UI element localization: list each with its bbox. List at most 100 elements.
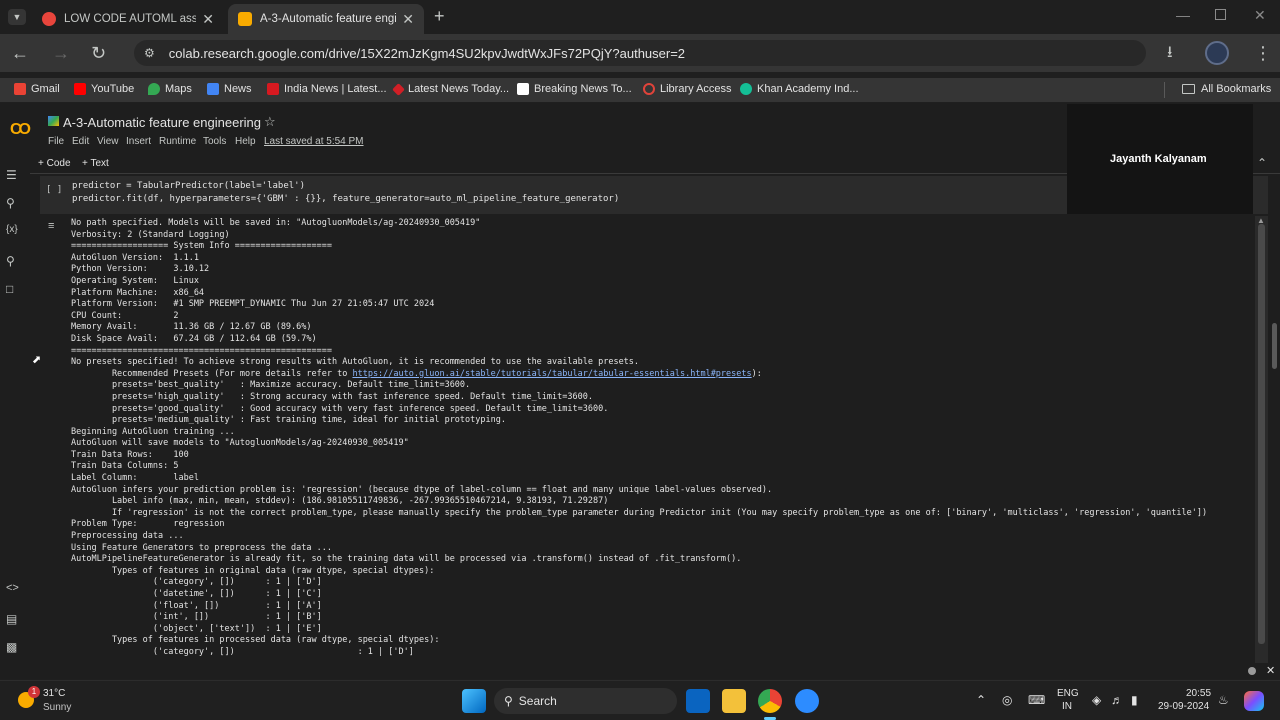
code-snippets-icon[interactable]: <> <box>6 582 19 594</box>
menu-edit[interactable]: Edit <box>72 136 89 147</box>
bookmark-news[interactable]: News <box>207 83 252 95</box>
clock-date[interactable]: 29-09-2024 <box>1158 701 1209 712</box>
output-line: Types of features in original data (raw … <box>71 565 435 576</box>
output-line: ('float', []) : 1 | ['A'] <box>71 600 322 611</box>
menu-tools[interactable]: Tools <box>203 136 226 147</box>
menu-file[interactable]: File <box>48 136 64 147</box>
youtube-icon <box>74 83 86 95</box>
bookmark-maps[interactable]: Maps <box>148 83 192 95</box>
tab-close-icon[interactable]: ✕ <box>202 11 214 28</box>
mail-icon[interactable] <box>686 689 710 713</box>
windows-start-icon[interactable] <box>462 689 486 713</box>
page-scroll-thumb[interactable] <box>1272 323 1277 369</box>
taskbar-search[interactable]: ⚲ Search <box>494 688 677 714</box>
output-scrollbar[interactable]: ▲ <box>1255 216 1268 663</box>
browser-tab-bar: ▼ LOW CODE AUTOML assign ✕ A-3-Automatic… <box>0 0 1280 34</box>
profile-avatar[interactable] <box>1205 41 1229 65</box>
maximize-icon[interactable] <box>1215 9 1226 20</box>
tab-feature-engineering[interactable]: A-3-Automatic feature engir ✕ <box>228 4 424 34</box>
zoom-app-icon[interactable] <box>795 689 819 713</box>
presets-doc-link[interactable]: https://auto.gluon.ai/stable/tutorials/t… <box>352 369 751 379</box>
output-line: presets='high_quality' : Strong accuracy… <box>71 391 593 402</box>
menu-runtime[interactable]: Runtime <box>159 136 196 147</box>
bookmark-latest-news[interactable]: Latest News Today... <box>392 82 509 96</box>
tray-chevron-icon[interactable]: ⌃ <box>976 693 986 707</box>
run-cell-button[interactable]: [ ] <box>46 184 62 197</box>
address-bar[interactable]: ⚙ colab.research.google.com/drive/15X22m… <box>134 40 1146 66</box>
add-code-button[interactable]: + Code <box>38 158 71 169</box>
output-line: Beginning AutoGluon training ... <box>71 426 235 437</box>
output-line: ('int', []) : 1 | ['B'] <box>71 612 322 623</box>
output-menu-icon[interactable]: ≡ <box>48 220 54 232</box>
output-line: ('category', []) : 1 | ['D'] <box>71 577 322 588</box>
windows-taskbar: 1 31°C Sunny ⚲ Search ⌃ ◎ ⌨ ENG IN ◈ ♬ ▮… <box>0 680 1280 720</box>
notebook-title[interactable]: A-3-Automatic feature engineering <box>63 115 261 130</box>
menu-insert[interactable]: Insert <box>126 136 151 147</box>
copilot-icon[interactable] <box>1244 691 1264 711</box>
volume-icon[interactable]: ♬ <box>1111 693 1123 707</box>
bookmark-youtube[interactable]: YouTube <box>74 83 134 95</box>
scroll-thumb[interactable] <box>1258 224 1265 644</box>
output-line: presets='medium_quality' : Fast training… <box>71 415 506 426</box>
bookmark-khan-academy[interactable]: Khan Academy Ind... <box>740 83 859 95</box>
output-line: Train Data Rows: 100 <box>71 449 189 460</box>
output-line: Verbosity: 2 (Standard Logging) <box>71 229 230 240</box>
download-icon[interactable]: ⭳ <box>1167 43 1173 63</box>
tab-close-icon[interactable]: ✕ <box>402 11 414 28</box>
command-palette-icon[interactable]: ▤ <box>6 612 17 626</box>
window-close-icon[interactable]: ✕ <box>1254 7 1266 24</box>
toc-icon[interactable]: ☰ <box>6 168 17 182</box>
add-text-button[interactable]: + Text <box>82 158 109 169</box>
file-explorer-icon[interactable] <box>722 689 746 713</box>
chrome-icon[interactable] <box>758 689 782 713</box>
maps-icon <box>148 83 160 95</box>
browser-menu-icon[interactable]: ⋮ <box>1254 43 1272 63</box>
output-line: CPU Count: 2 <box>71 310 179 321</box>
status-close-icon[interactable]: ✕ <box>1266 664 1275 677</box>
reload-icon[interactable]: ↻ <box>91 43 106 63</box>
library-icon <box>643 83 655 95</box>
output-line: ('datetime', []) : 1 | ['C'] <box>71 589 322 599</box>
star-icon[interactable]: ☆ <box>264 114 276 130</box>
output-line: AutoGluon Version: 1.1.1 <box>71 252 199 263</box>
wifi-icon[interactable]: ◈ <box>1092 693 1101 707</box>
terminal-icon[interactable]: ▩ <box>6 640 17 654</box>
notification-bell-icon[interactable]: ♨ <box>1218 693 1229 707</box>
last-saved-link[interactable]: Last saved at 5:54 PM <box>264 136 364 147</box>
site-info-icon[interactable]: ⚙ <box>144 46 155 60</box>
bookmark-breaking-news[interactable]: Breaking News To... <box>517 83 632 95</box>
bookmark-india-news[interactable]: India News | Latest... <box>267 83 387 95</box>
output-line: If 'regression' is not the correct probl… <box>71 507 1208 518</box>
microphone-icon[interactable]: ◎ <box>1002 693 1012 707</box>
clock-time[interactable]: 20:55 <box>1186 688 1211 699</box>
files-folder-icon[interactable]: □ <box>6 282 13 296</box>
secrets-key-icon[interactable]: ⚲ <box>6 254 15 268</box>
menu-help[interactable]: Help <box>235 136 256 147</box>
bookmark-library-access[interactable]: Library Access <box>643 83 732 95</box>
forward-icon[interactable]: → <box>52 43 70 63</box>
all-bookmarks-button[interactable]: All Bookmarks <box>1182 83 1271 95</box>
khan-academy-icon <box>740 83 752 95</box>
keyboard-icon[interactable]: ⌨ <box>1028 693 1045 707</box>
minimize-icon[interactable]: — <box>1176 7 1190 23</box>
tab-title: A-3-Automatic feature engir <box>260 13 397 25</box>
weather-widget[interactable]: 1 31°C Sunny <box>14 686 104 716</box>
language-eng[interactable]: ENG <box>1057 688 1079 699</box>
tab-lowcode-automl[interactable]: LOW CODE AUTOML assign ✕ <box>32 4 224 34</box>
variables-icon[interactable]: {x} <box>6 224 18 235</box>
output-line: Platform Machine: x86_64 <box>71 287 205 298</box>
bookmark-label: Library Access <box>660 83 732 95</box>
language-in[interactable]: IN <box>1062 701 1072 712</box>
back-icon[interactable]: ← <box>11 43 29 63</box>
tab-search-icon[interactable]: ▼ <box>8 9 26 25</box>
output-line: Operating System: Linux <box>71 275 199 286</box>
new-tab-button[interactable]: + <box>434 6 445 27</box>
collapse-icon[interactable]: ⌃ <box>1257 156 1267 170</box>
bookmark-gmail[interactable]: Gmail <box>14 83 60 95</box>
colab-favicon-icon <box>238 12 252 26</box>
menu-view[interactable]: View <box>97 136 119 147</box>
colab-logo[interactable]: CO <box>10 121 31 139</box>
battery-icon[interactable]: ▮ <box>1131 693 1138 707</box>
search-icon[interactable]: ⚲ <box>6 196 15 210</box>
bookmark-label: India News | Latest... <box>284 83 387 95</box>
